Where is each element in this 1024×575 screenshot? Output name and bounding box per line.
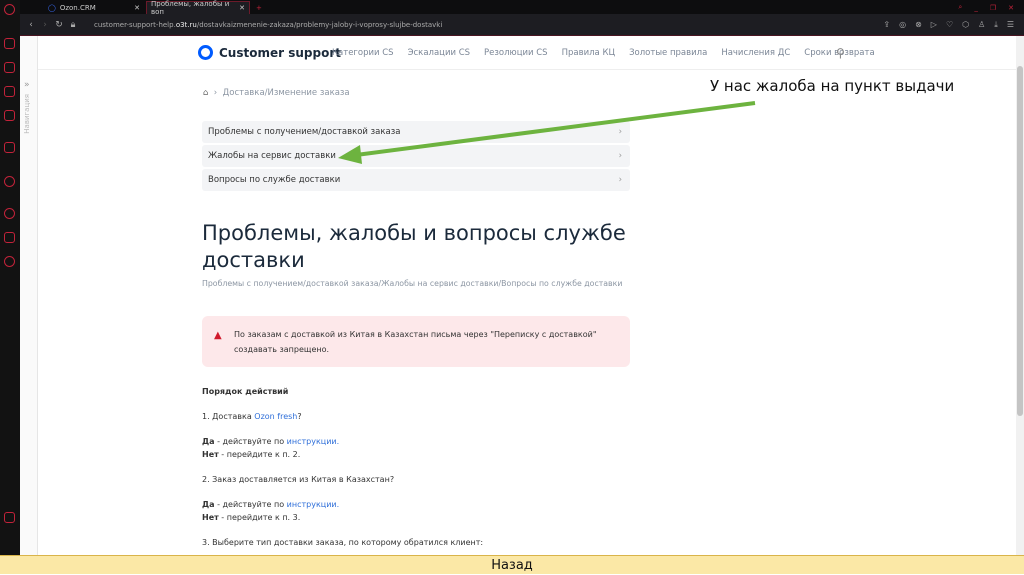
scrollbar[interactable]	[1016, 36, 1024, 555]
back-button[interactable]: Назад	[0, 555, 1024, 574]
scrollbar-thumb[interactable]	[1017, 66, 1023, 416]
annotation-arrow	[338, 101, 756, 164]
